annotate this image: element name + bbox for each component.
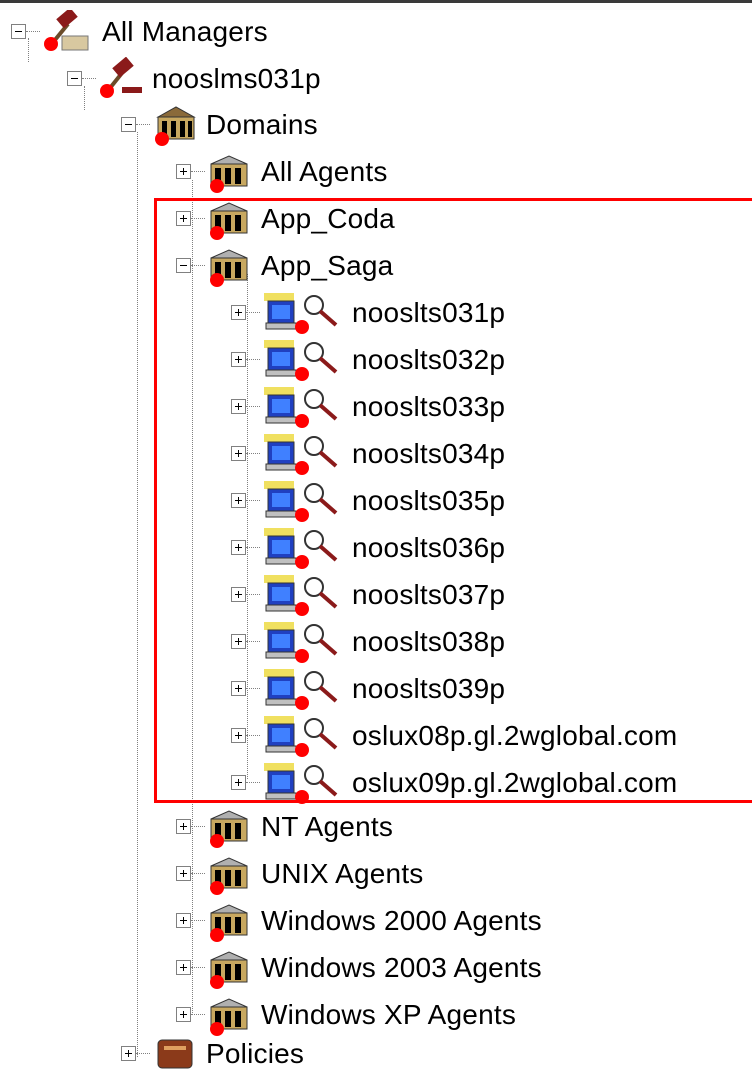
tree-node-label: Policies [206,1037,305,1069]
domain-icon [210,856,248,895]
tree-node-label: Domains [206,108,318,140]
tree-node-label: Windows XP Agents [261,998,517,1030]
expand-toggle[interactable] [176,164,191,179]
expand-toggle[interactable] [176,866,191,881]
tree-node-policies[interactable]: Policies [121,1030,304,1077]
tree-node-label: UNIX Agents [261,857,424,889]
tree-node-domain[interactable]: UNIX Agents [176,850,424,897]
tree-connector [191,967,205,968]
domain-icon [210,950,248,989]
tree-node-label: NT Agents [261,810,394,842]
tree-connector [191,873,205,874]
manager-icon [100,56,142,98]
policies-icon [157,1039,193,1068]
expand-toggle[interactable] [121,1046,136,1061]
selection-highlight-box [154,198,752,803]
tree-node-label: nooslms031p [152,62,321,94]
expand-toggle[interactable] [176,1007,191,1022]
expand-toggle[interactable] [176,960,191,975]
tree-node-label: All Agents [261,155,388,187]
tree-connector [191,1014,205,1015]
tree-node-manager[interactable]: nooslms031p [67,55,321,102]
tree-node-domain[interactable]: All Agents [176,148,388,195]
domain-icon [210,154,248,193]
collapse-toggle[interactable] [11,24,26,39]
domain-icon [210,903,248,942]
domain-folder-icon [155,105,196,146]
tree-connector [136,124,150,125]
tree-node-label: All Managers [102,15,268,47]
tree-node-domains[interactable]: Domains [121,101,318,148]
tree-node-all-managers[interactable]: All Managers [11,8,268,55]
tree-node-domain[interactable]: NT Agents [176,803,393,850]
expand-toggle[interactable] [176,913,191,928]
tree-connector [26,31,40,32]
collapse-toggle[interactable] [121,117,136,132]
domain-icon [210,809,248,848]
tree-node-label: Windows 2000 Agents [261,904,542,936]
tree-connector [191,826,205,827]
tree-node-domain[interactable]: Windows 2003 Agents [176,944,542,991]
tree-connector [82,78,96,79]
tree-connector [191,171,205,172]
tree-connector [191,920,205,921]
tree-connector [136,1053,150,1054]
manager-icon [44,9,89,51]
expand-toggle[interactable] [176,819,191,834]
tree-connector-line [137,132,138,1057]
tree-node-label: Windows 2003 Agents [261,951,542,983]
tree-node-domain[interactable]: Windows 2000 Agents [176,897,542,944]
collapse-toggle[interactable] [67,71,82,86]
